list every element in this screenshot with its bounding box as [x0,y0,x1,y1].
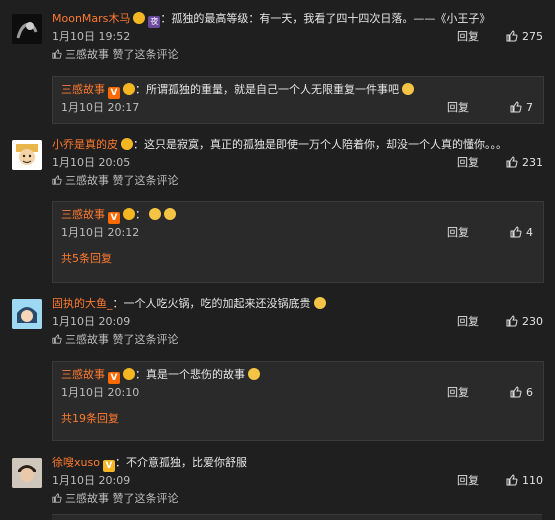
avatar[interactable] [12,458,42,488]
night-badge-icon: 夜 [148,16,161,28]
like-button[interactable]: 110 [506,472,543,490]
like-count: 231 [522,156,543,169]
username[interactable]: 三感故事 [61,368,105,381]
reply-button[interactable]: 回复 [447,384,469,402]
like-button[interactable]: 230 [506,313,543,331]
verified-v-icon: V [108,212,120,224]
username[interactable]: MoonMars木马 [52,12,130,25]
sad-emoji-icon [313,297,326,309]
thumbs-up-icon [506,474,518,486]
avatar-image [12,458,42,488]
crown-badge-icon [121,138,133,150]
hug-emoji-icon [149,208,161,220]
timestamp: 1月10日 20:09 [52,315,131,328]
reply-button[interactable]: 回复 [447,224,469,242]
liked-by-author: 三感故事 赞了这条评论 [65,174,179,187]
thumbs-up-icon [510,226,522,238]
verified-v-icon: V [102,460,115,472]
liked-by-author-icon [52,493,62,503]
comment-text: ：所谓孤独的重量，就是自己一个人无限重复一件事吧 [135,83,399,96]
crown-badge-icon [123,83,135,95]
username[interactable]: 三感故事 [61,83,105,96]
thumbs-up-icon [506,315,518,327]
sad-emoji-icon [248,368,260,380]
like-count: 230 [522,315,543,328]
like-button[interactable]: 275 [506,28,543,46]
sub-reply-box: 三感故事 V ：真是一个悲伤的故事 1月10日 20:10 回复 6 共19条回复 [52,361,544,441]
comment-text: ：孤独的最高等级：有一天，我看了四十四次日落。——《小王子》 [160,12,491,25]
reply-button[interactable]: 回复 [447,99,469,117]
username[interactable]: 徐嗖xuso [52,456,100,469]
like-count: 7 [526,101,533,114]
comment-text: ：一个人吃火锅，吃的加起来还没锅底贵 [112,297,311,310]
like-count: 6 [526,386,533,399]
timestamp: 1月10日 20:12 [61,226,140,239]
thumbs-up-icon [506,30,518,42]
verified-v-icon: V [108,87,120,99]
liked-by-author: 三感故事 赞了这条评论 [65,333,179,346]
crown-badge-icon [123,208,135,220]
timestamp: 1月10日 19:52 [52,30,131,43]
timestamp: 1月10日 20:17 [61,101,140,114]
timestamp: 1月10日 20:10 [61,386,140,399]
thumbs-up-icon [510,386,522,398]
liked-by-author: 三感故事 赞了这条评论 [65,492,179,505]
like-button[interactable]: 231 [506,154,543,172]
reply-button[interactable]: 回复 [457,472,479,490]
like-button[interactable]: 7 [510,99,533,117]
avatar[interactable] [12,299,42,329]
liked-by-author: 三感故事 赞了这条评论 [65,48,179,61]
like-button[interactable]: 4 [510,224,533,242]
avatar[interactable] [12,14,42,44]
username[interactable]: 小乔是真的皮 [52,138,118,151]
comment-text: ：这只是寂寞，真正的孤独是即使一万个人陪着你，却没一个人真的懂你。。。 [133,138,507,151]
comment-text: ：真是一个悲伤的故事 [135,368,245,381]
hug-emoji-icon [164,208,176,220]
like-button[interactable]: 6 [510,384,533,402]
timestamp: 1月10日 20:09 [52,474,131,487]
avatar-image [12,299,42,329]
reply-button[interactable]: 回复 [457,154,479,172]
reply-button[interactable]: 回复 [457,313,479,331]
verified-v-icon: V [108,372,120,384]
comment-text: ：不介意孤独，比爱你舒服 [114,456,247,469]
like-count: 4 [526,226,533,239]
liked-by-author-icon [52,334,62,344]
comment-text: ： [135,208,146,221]
thumbs-up-icon [506,156,518,168]
avatar-image [12,140,42,170]
more-replies-link[interactable]: 共5条回复 [61,242,535,266]
timestamp: 1月10日 20:05 [52,156,131,169]
liked-by-author-icon [52,49,62,59]
next-sub-reply-box-edge [52,514,542,520]
avatar[interactable] [12,140,42,170]
reply-button[interactable]: 回复 [457,28,479,46]
thumbs-up-icon [510,101,522,113]
username[interactable]: 固执的大鱼_ [52,297,113,310]
username[interactable]: 三感故事 [61,208,105,221]
relieved-emoji-icon [402,83,414,95]
sub-reply-box: 三感故事 V ：所谓孤独的重量，就是自己一个人无限重复一件事吧 1月10日 20:1… [52,76,544,124]
avatar-image [12,14,42,44]
crown-badge-icon [123,368,135,380]
crown-badge-icon [133,12,146,24]
like-count: 275 [522,30,543,43]
liked-by-author-icon [52,175,62,185]
like-count: 110 [522,474,543,487]
sub-reply-box: 三感故事 V ： 1月10日 20:12 回复 4 共5条回复 [52,201,544,283]
more-replies-link[interactable]: 共19条回复 [61,402,535,426]
